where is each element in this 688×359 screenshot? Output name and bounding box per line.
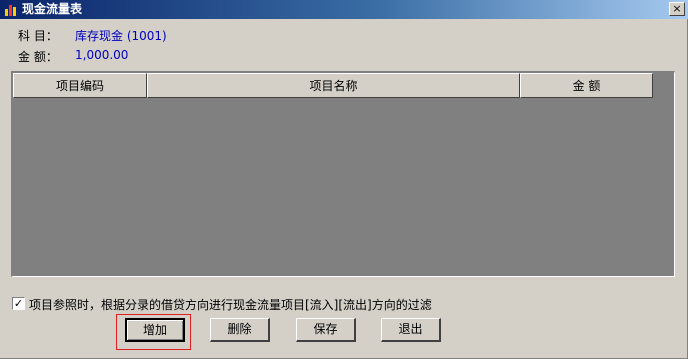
amount-row: 金 额： 1,000.00 (18, 48, 128, 65)
direction-filter-checkbox[interactable]: ✓ (12, 297, 25, 310)
close-button[interactable]: × (669, 2, 685, 16)
account-label: 科 目： (18, 29, 58, 43)
amount-label: 金 额： (18, 50, 58, 64)
column-header-item-name[interactable]: 项目名称 (147, 73, 520, 98)
title-bar[interactable]: 现金流量表 × (0, 0, 688, 19)
grid-header: 项目编码 项目名称 金 额 (13, 73, 653, 98)
direction-filter-label[interactable]: 项目参照时，根据分录的借贷方向进行现金流量项目[流入][流出]方向的过滤 (29, 296, 432, 313)
app-icon (5, 5, 16, 16)
cash-flow-grid[interactable]: 项目编码 项目名称 金 额 (11, 71, 675, 277)
add-button[interactable]: 增加 (125, 318, 185, 342)
amount-value: 1,000.00 (75, 48, 129, 62)
column-header-amount[interactable]: 金 额 (520, 73, 653, 98)
exit-button[interactable]: 退出 (381, 318, 441, 342)
column-header-item-code[interactable]: 项目编码 (13, 73, 147, 98)
cash-flow-dialog: 现金流量表 × 科 目： 库存现金 (1001) 金 额： 1,000.00 项… (0, 0, 688, 359)
account-row: 科 目： 库存现金 (1001) (18, 27, 167, 44)
account-value: 库存现金 (1001) (75, 29, 167, 43)
save-button[interactable]: 保存 (296, 318, 356, 342)
window-title: 现金流量表 (22, 2, 83, 16)
delete-button[interactable]: 删除 (210, 318, 270, 342)
